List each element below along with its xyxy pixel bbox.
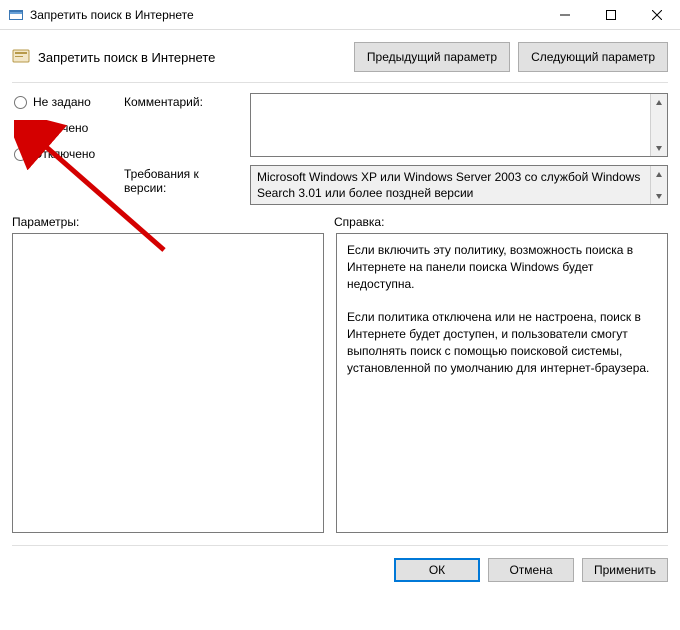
radio-input-disabled[interactable]	[14, 148, 27, 161]
radio-label-disabled[interactable]: Отключено	[33, 147, 95, 161]
comment-label: Комментарий:	[124, 93, 244, 157]
scroll-up-icon[interactable]	[651, 94, 668, 111]
policy-title: Запретить поиск в Интернете	[38, 50, 346, 65]
policy-icon	[12, 48, 30, 66]
params-pane	[12, 233, 324, 533]
state-radio-group: Не задано Включено Отключено	[12, 93, 124, 205]
help-text: Если включить эту политику, возможность …	[347, 243, 649, 375]
window-title: Запретить поиск в Интернете	[30, 8, 542, 22]
scroll-up-icon[interactable]	[651, 166, 668, 183]
radio-label-not-configured[interactable]: Не задано	[33, 95, 91, 109]
comment-box	[250, 93, 668, 157]
bottom-button-row: ОК Отмена Применить	[12, 545, 668, 582]
requirements-box: Microsoft Windows XP или Windows Server …	[250, 165, 668, 205]
radio-input-enabled[interactable]	[14, 122, 27, 135]
panes: Если включить эту политику, возможность …	[0, 233, 680, 533]
minimize-button[interactable]	[542, 0, 588, 30]
previous-setting-button[interactable]: Предыдущий параметр	[354, 42, 510, 72]
window-icon	[8, 7, 24, 23]
upper-zone: Не задано Включено Отключено Комментарий…	[0, 83, 680, 211]
apply-button[interactable]: Применить	[582, 558, 668, 582]
help-label: Справка:	[334, 215, 668, 229]
scroll-down-icon[interactable]	[651, 139, 668, 156]
radio-label-enabled[interactable]: Включено	[33, 121, 88, 135]
requirements-label: Требования к версии:	[124, 165, 244, 205]
titlebar: Запретить поиск в Интернете	[0, 0, 680, 30]
next-setting-button[interactable]: Следующий параметр	[518, 42, 668, 72]
cancel-button[interactable]: Отмена	[488, 558, 574, 582]
fields-grid: Комментарий: Требования к версии: Micros…	[124, 93, 668, 205]
scroll-down-icon[interactable]	[651, 187, 668, 204]
requirements-text: Microsoft Windows XP или Windows Server …	[257, 170, 640, 200]
comment-scrollbar[interactable]	[650, 94, 667, 156]
requirements-scrollbar[interactable]	[650, 166, 667, 204]
section-labels: Параметры: Справка:	[0, 211, 680, 233]
header-row: Запретить поиск в Интернете Предыдущий п…	[0, 30, 680, 82]
comment-textarea[interactable]	[251, 94, 650, 156]
radio-enabled[interactable]: Включено	[12, 121, 124, 135]
ok-button[interactable]: ОК	[394, 558, 480, 582]
radio-not-configured[interactable]: Не задано	[12, 95, 124, 109]
radio-input-not-configured[interactable]	[14, 96, 27, 109]
close-button[interactable]	[634, 0, 680, 30]
help-pane: Если включить эту политику, возможность …	[336, 233, 668, 533]
maximize-button[interactable]	[588, 0, 634, 30]
radio-disabled[interactable]: Отключено	[12, 147, 124, 161]
params-label: Параметры:	[12, 215, 334, 229]
